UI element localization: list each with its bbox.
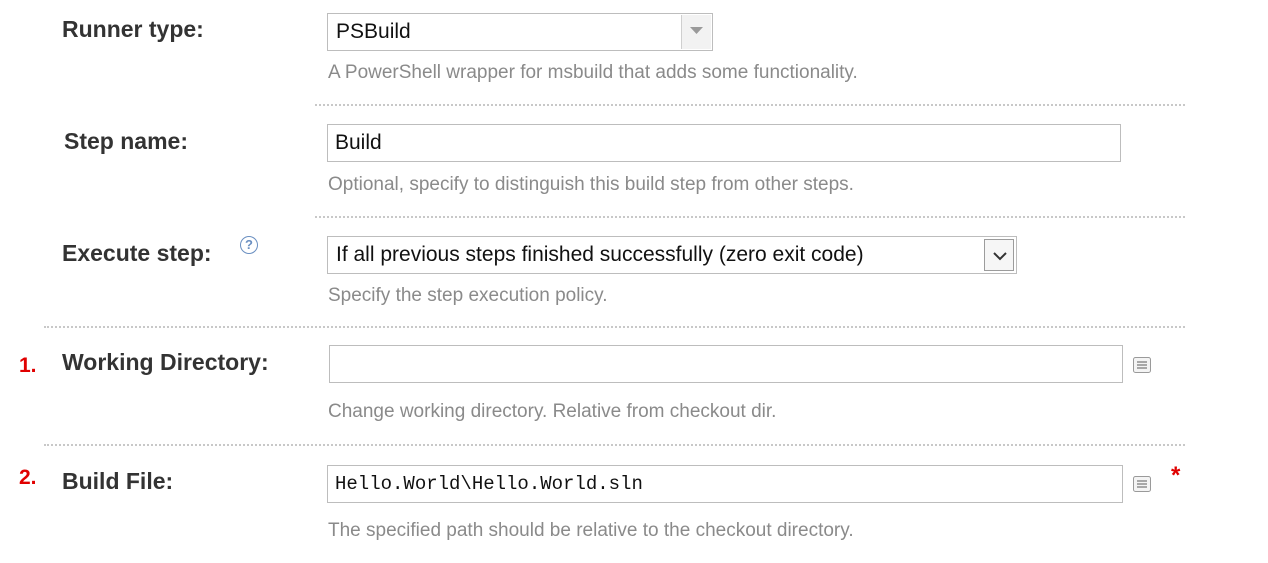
build-file-label: Build File: [62, 468, 174, 494]
step-name-label: Step name: [64, 128, 188, 154]
step-marker-2: 2. [19, 466, 37, 489]
separator [44, 444, 1185, 446]
execute-step-hint: Specify the step execution policy. [328, 285, 608, 306]
build-file-hint: The specified path should be relative to… [328, 520, 854, 541]
question-circle-icon[interactable]: ? [240, 236, 258, 254]
runner-type-label: Runner type: [62, 16, 204, 42]
chevron-down-icon [690, 27, 703, 34]
runner-type-hint: A PowerShell wrapper for msbuild that ad… [328, 62, 858, 83]
execute-step-select[interactable]: If all previous steps finished successfu… [327, 236, 1017, 274]
required-asterisk: * [1171, 462, 1181, 489]
separator [315, 216, 1185, 218]
working-directory-input[interactable] [329, 345, 1123, 383]
list-icon[interactable] [1133, 357, 1151, 373]
separator [315, 104, 1185, 106]
execute-step-value: If all previous steps finished successfu… [336, 243, 864, 266]
working-directory-label: Working Directory: [62, 349, 269, 375]
runner-type-value: PSBuild [336, 20, 411, 43]
list-icon[interactable] [1133, 476, 1151, 492]
build-step-form: Runner type: PSBuild A PowerShell wrappe… [0, 0, 1268, 563]
chevron-down-icon [993, 252, 1007, 261]
runner-type-dropdown-button[interactable] [681, 15, 711, 49]
step-name-hint: Optional, specify to distinguish this bu… [328, 174, 854, 195]
execute-step-dropdown-button[interactable] [984, 239, 1014, 271]
working-directory-hint: Change working directory. Relative from … [328, 401, 777, 422]
step-name-input[interactable]: Build [327, 124, 1121, 162]
runner-type-select[interactable]: PSBuild [327, 13, 713, 51]
build-file-input[interactable]: Hello.World\Hello.World.sln [327, 465, 1123, 503]
execute-step-label: Execute step: [62, 240, 212, 266]
step-marker-1: 1. [19, 354, 37, 377]
separator [44, 326, 1185, 328]
